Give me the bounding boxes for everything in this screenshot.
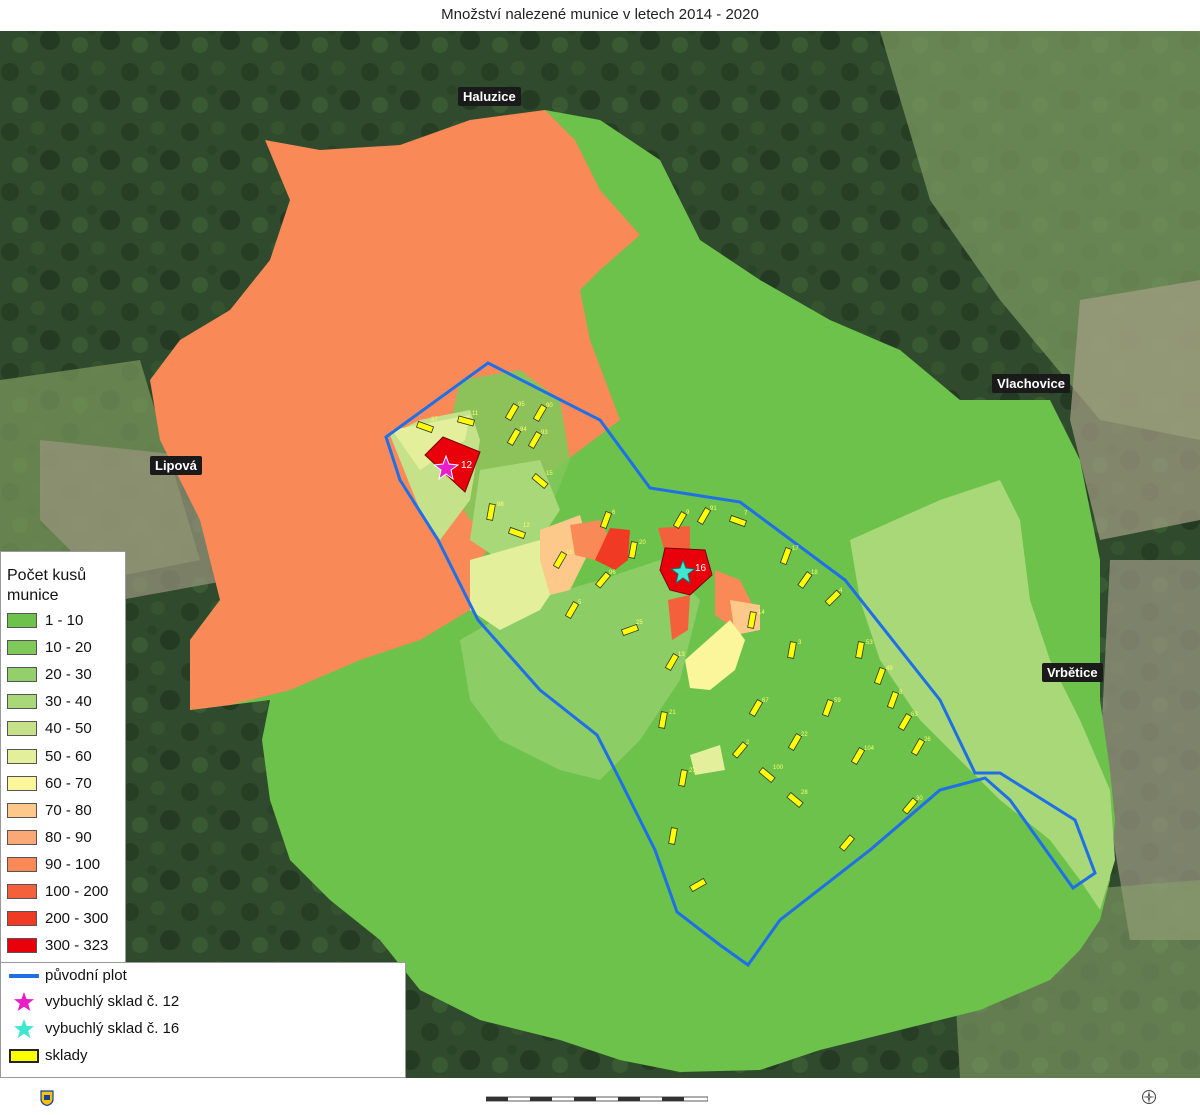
warehouse-number-label: 27 — [689, 768, 696, 774]
warehouse-number-label: 14 — [758, 610, 765, 616]
warehouse-number-label: 53 — [866, 640, 873, 646]
warehouse-number-label: 95 — [518, 402, 525, 408]
map-footer — [0, 1078, 1200, 1115]
warehouse-number-label: 25 — [636, 620, 643, 626]
warehouse-number-label: 15 — [546, 471, 553, 477]
legend-class-label: 60 - 70 — [45, 774, 92, 792]
crest-icon — [40, 1090, 54, 1106]
legend-class-label: 90 - 100 — [45, 855, 101, 873]
map-frame: Množství nalezené munice v letech 2014 -… — [0, 0, 1200, 1115]
warehouse-number-label: 26 — [924, 737, 931, 743]
legend-swatch — [7, 775, 37, 791]
title-bar: Množství nalezené munice v letech 2014 -… — [0, 0, 1200, 32]
legend-swatch — [7, 884, 37, 899]
warehouse-number-label: 104 — [864, 746, 875, 752]
compass-icon — [1142, 1090, 1156, 1104]
map-canvas[interactable]: 371195 9094 931598126 991716209652513141718… — [0, 31, 1200, 1078]
warehouse-number-label: 93 — [541, 430, 548, 436]
legend-class-label: 20 - 30 — [45, 666, 92, 684]
legend-class-label: 50 - 60 — [45, 747, 92, 765]
legend-class-label: 40 - 50 — [45, 720, 92, 738]
warehouse-number-label: 100 — [773, 765, 784, 771]
legend-title: Počet kusů munice — [7, 567, 87, 604]
warehouse-number-label: 98 — [497, 502, 504, 508]
warehouse-number-label: 18 — [811, 570, 818, 576]
legend-class-label: 100 - 200 — [45, 883, 109, 900]
legend-swatch — [7, 938, 37, 954]
warehouse-number-label: 12 — [523, 523, 530, 529]
warehouse-number-label: 28 — [801, 790, 808, 796]
legend-swatch — [7, 748, 37, 764]
legend-swatch — [7, 802, 37, 818]
legend-swatch — [7, 721, 37, 737]
scale-bar-icon — [486, 1096, 708, 1102]
legend-swatch — [7, 640, 37, 656]
legend-class-label: 10 - 20 — [45, 639, 92, 657]
legend-class-label: 70 - 80 — [45, 801, 92, 819]
warehouse-number-label: 11 — [472, 411, 479, 417]
warehouse-number-label: 96 — [609, 570, 616, 576]
yellow-rectangle-icon — [9, 1049, 39, 1063]
magenta-star-icon — [14, 992, 34, 1011]
warehouse-number-label: 16 — [566, 550, 573, 556]
legend-star12-label: vybuchlý sklad č. 12 — [45, 993, 180, 1010]
map-title: Množství nalezené munice v letech 2014 -… — [441, 6, 759, 23]
warehouse-number-label: 63 — [911, 712, 918, 718]
place-label-lipova: Lipová — [150, 456, 202, 475]
cyan-star-icon — [14, 1019, 34, 1038]
legend-classes: Počet kusů munice 1 - 10 10 - 20 20 - 30 30… — [0, 551, 126, 964]
legend-warehouses-label: sklady — [45, 1047, 88, 1064]
star-16-label: 16 — [695, 563, 707, 574]
warehouse-number-label: 94 — [520, 427, 527, 433]
warehouse-number-label: 67 — [762, 698, 769, 704]
warehouse-number-label: 37 — [431, 417, 438, 423]
warehouse-number-label: 90 — [546, 403, 553, 409]
warehouse-number-label: 20 — [639, 540, 646, 546]
warehouse-number-label: 22 — [801, 732, 808, 738]
legend-swatch — [7, 829, 37, 845]
legend-class-label: 300 - 323 — [45, 937, 109, 955]
legend-class-label: 1 - 10 — [45, 612, 84, 629]
place-label-vlachovice: Vlachovice — [992, 374, 1070, 393]
legend-class-label: 200 - 300 — [45, 910, 109, 928]
legend-star16-label: vybuchlý sklad č. 16 — [45, 1020, 180, 1037]
place-label-haluzice: Haluzice — [458, 87, 521, 106]
warehouse-number-label: 91 — [710, 506, 717, 512]
warehouse-number-label: 17 — [792, 546, 799, 552]
legend-swatch — [7, 694, 37, 710]
warehouse-number-label: 59 — [834, 698, 841, 704]
star-12-label: 12 — [461, 460, 473, 471]
warehouse-number-label: 21 — [669, 710, 676, 716]
legend-symbols: původní plot vybuchlý sklad č. 12 vybuch… — [0, 962, 406, 1078]
place-label-vrbetice: Vrbětice — [1042, 663, 1103, 682]
warehouse-number-label: 13 — [678, 652, 685, 658]
legend-swatch — [7, 911, 37, 927]
blue-line-icon — [9, 974, 39, 978]
legend-fence-label: původní plot — [45, 967, 127, 984]
legend-swatch — [7, 613, 37, 628]
warehouse-number-label: 30 — [916, 796, 923, 802]
legend-swatch — [7, 856, 37, 872]
legend-class-label: 80 - 90 — [45, 828, 92, 846]
legend-class-label: 30 - 40 — [45, 693, 92, 711]
warehouse-number-label: 49 — [886, 666, 893, 672]
legend-swatch — [7, 667, 37, 683]
